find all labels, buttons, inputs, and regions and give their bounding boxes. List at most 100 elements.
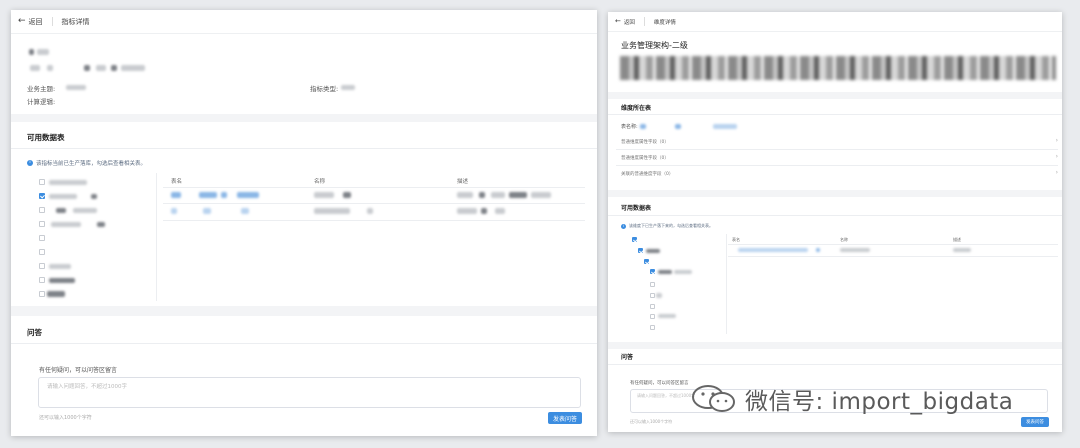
tree-node-redacted (51, 222, 81, 227)
business-theme-value (66, 85, 86, 90)
cell-redacted (509, 192, 527, 198)
tree-checkbox[interactable] (39, 193, 45, 199)
divider (11, 343, 597, 344)
qa-placeholder: 请输入问题回答，不超过1000字 (637, 393, 696, 398)
section-gap (11, 114, 597, 122)
tree-checkbox[interactable] (39, 235, 45, 241)
tree-node-redacted (658, 314, 676, 318)
tree-node-redacted (49, 278, 75, 283)
section-gap (608, 190, 1062, 197)
divider (156, 173, 157, 301)
tree-checkbox[interactable] (39, 249, 45, 255)
back-button[interactable]: ← 返回 (18, 17, 43, 27)
tree-checkbox[interactable] (644, 259, 649, 264)
tree-node-redacted (646, 249, 660, 253)
tree-checkbox[interactable] (39, 179, 45, 185)
cell-redacted (171, 208, 177, 214)
table-name-redacted (713, 124, 737, 129)
section-gap (11, 306, 597, 316)
qa-prompt: 有任何疑问，可以问答区留言 (630, 381, 689, 386)
top-bar: ← 返回 指标详情 (11, 10, 597, 34)
cell-redacted (314, 208, 350, 214)
column-header-table-name: 表名 (171, 179, 183, 185)
cell-redacted (816, 248, 820, 252)
section-gap (608, 92, 1062, 99)
wechat-watermark: 微信号: import_bigdata (690, 382, 1013, 416)
tree-checkbox[interactable] (650, 304, 655, 309)
tree-node-redacted (97, 222, 105, 227)
hint-text: 该维度下已生产落下来的，勾选后查看相关表。 (629, 223, 713, 228)
metric-code-redacted (84, 65, 90, 71)
cell-redacted (457, 208, 477, 214)
divider (728, 256, 1058, 257)
tree-checkbox[interactable] (638, 248, 643, 253)
business-theme-label: 业务主题: (27, 85, 56, 93)
tree-checkbox[interactable] (39, 207, 45, 213)
divider (11, 148, 597, 149)
divider (608, 114, 1062, 115)
tree-checkbox[interactable] (39, 263, 45, 269)
qa-placeholder: 请输入问题回答，不超过1000字 (47, 384, 127, 390)
tree-checkbox[interactable] (39, 221, 45, 227)
tree-node-redacted (56, 208, 66, 213)
metric-detail-window: ← 返回 指标详情 业务主题: 指标类型: 计算逻辑: 可用数据表 i 该指标当… (11, 10, 597, 436)
divider (726, 234, 727, 334)
top-bar: ← 返回 维度详情 (608, 12, 1062, 32)
tree-checkbox[interactable] (650, 293, 655, 298)
tree-checkbox[interactable] (650, 325, 655, 330)
divider (163, 220, 585, 221)
field-row-label: 普通维度属性字段（0） (621, 140, 669, 145)
qa-title: 问答 (27, 328, 42, 337)
tree-checkbox[interactable] (39, 277, 45, 283)
arrow-left-icon: ← (18, 16, 26, 26)
field-row-label: 普通维度属性字段（0） (621, 156, 669, 161)
tree-checkbox[interactable] (650, 282, 655, 287)
cell-redacted (203, 208, 211, 214)
metric-type-label: 指标类型: (310, 85, 339, 93)
cell-redacted (457, 192, 473, 198)
cell-redacted (221, 192, 227, 198)
column-header-table-name: 表名 (732, 237, 740, 242)
cell-redacted (241, 208, 249, 214)
field-row-label: 关联的普通维度字段（0） (621, 172, 674, 177)
divider (643, 17, 645, 26)
tree-checkbox[interactable] (650, 269, 655, 274)
column-header-description: 描述 (457, 179, 469, 185)
cell-redacted (314, 192, 334, 198)
arrow-left-icon: ← (615, 17, 621, 25)
qa-title: 问答 (621, 354, 634, 361)
cell-redacted (953, 248, 971, 252)
info-icon: i (621, 223, 626, 229)
cell-redacted (479, 192, 485, 198)
table-name-redacted (675, 124, 681, 129)
divider (728, 244, 1058, 245)
calc-logic-label: 计算逻辑: (27, 98, 56, 106)
section-gap (608, 342, 1062, 349)
metric-code-redacted (30, 65, 40, 71)
dimension-table-title: 维度所在表 (621, 105, 652, 112)
tree-node-redacted (674, 270, 692, 274)
available-tables-title: 可用数据表 (27, 133, 65, 142)
tree-node-redacted (49, 194, 77, 199)
dimension-heading: 业务管理架构-二级 (621, 41, 688, 50)
cell-redacted (237, 192, 259, 198)
submit-qa-button[interactable]: 发表问答 (1021, 417, 1049, 427)
tree-checkbox[interactable] (632, 237, 637, 242)
back-label: 返回 (28, 17, 43, 26)
metric-code-redacted (121, 65, 145, 71)
tree-node-redacted (658, 270, 672, 274)
cell-redacted (840, 248, 870, 252)
back-button[interactable]: ← 返回 (615, 18, 635, 26)
tree-checkbox[interactable] (650, 314, 655, 319)
qa-prompt: 有任何疑问，可以问答区留言 (39, 367, 118, 374)
tree-checkbox[interactable] (39, 291, 45, 297)
wechat-account-text: 微信号: import_bigdata (745, 389, 1014, 415)
cell-redacted (199, 192, 217, 198)
qa-textarea[interactable]: 请输入问题回答，不超过1000字 (38, 377, 581, 408)
tree-node-redacted (47, 291, 65, 297)
cell-redacted (531, 192, 551, 198)
dimension-description-redacted (620, 56, 1056, 80)
submit-qa-button[interactable]: 发表问答 (548, 412, 582, 424)
page-title: 维度详情 (653, 19, 676, 26)
chevron-right-icon: › (1055, 169, 1058, 176)
